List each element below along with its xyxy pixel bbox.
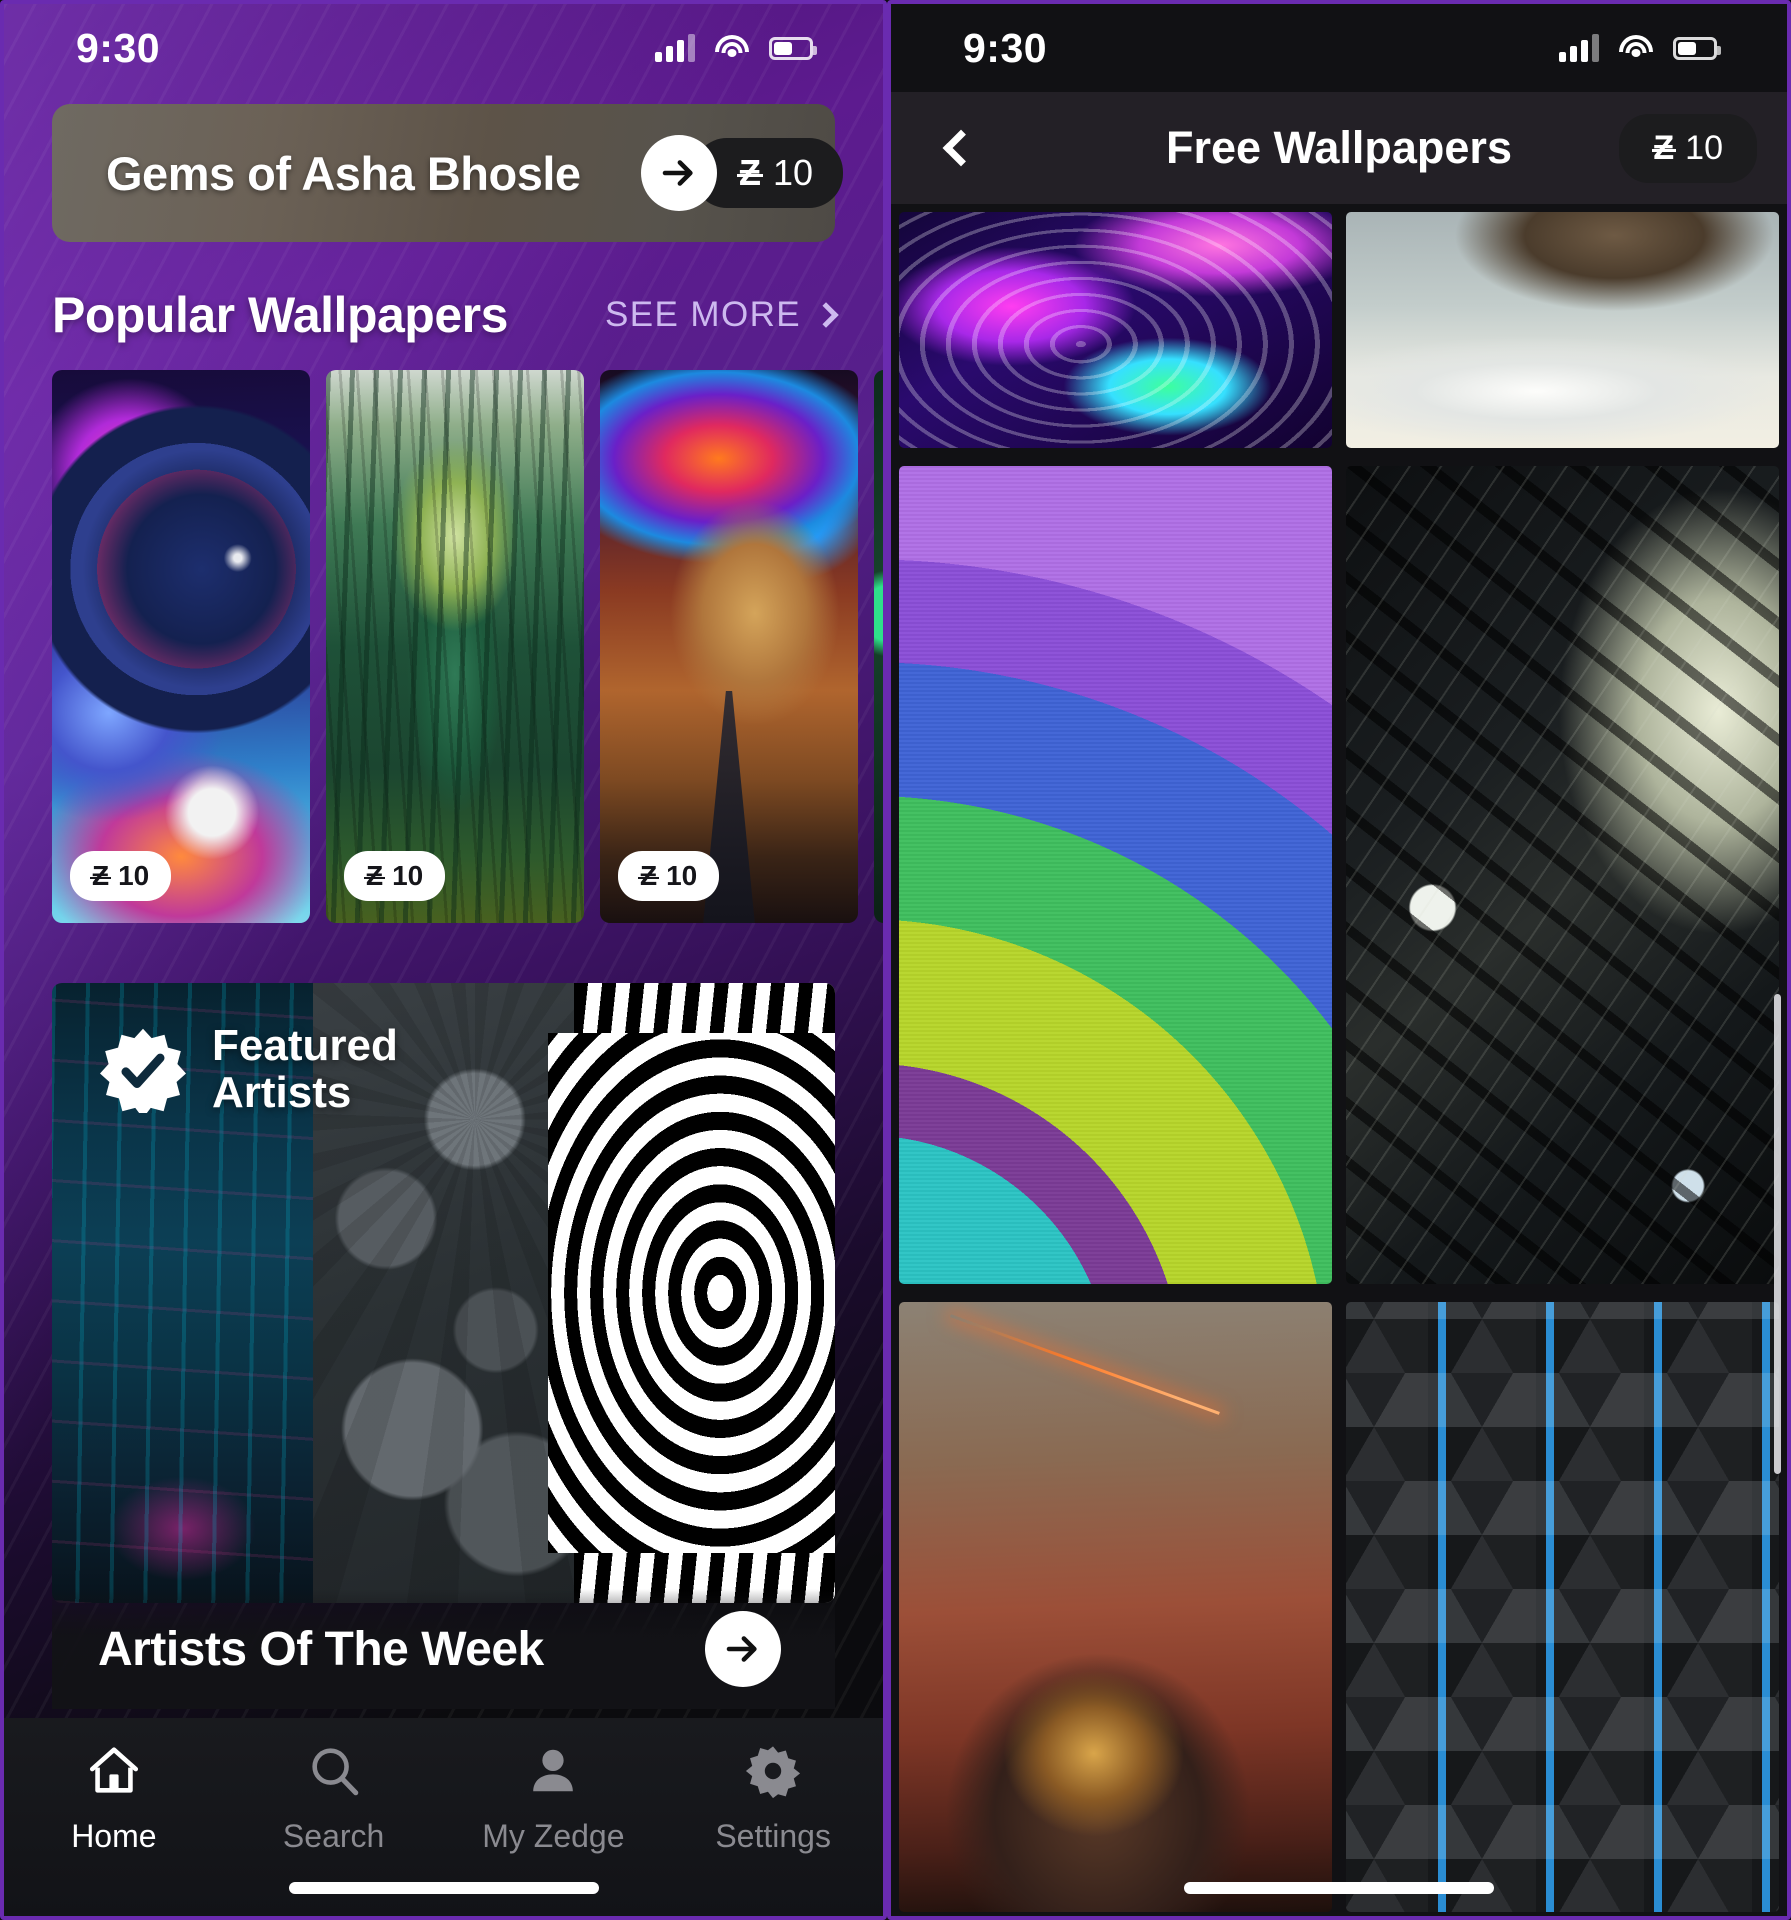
status-bar-right: 9:30 [891,4,1787,92]
tab-search[interactable]: Search [224,1740,444,1855]
wallpaper-card[interactable] [874,370,883,923]
page-title: Popular Wallpapers [52,287,508,343]
wifi-icon [1619,35,1653,61]
grid-item[interactable] [1346,466,1779,1284]
artists-of-the-week-bar[interactable]: Artists Of The Week [52,1589,835,1709]
zedge-credit-symbol: Ƶ [364,860,385,891]
wallpaper-thumbnail [600,370,858,923]
price-value: 10 [118,860,150,891]
person-icon [522,1740,584,1802]
featured-line-2: Artists [212,1067,352,1117]
see-more-link[interactable]: SEE MORE [605,295,839,335]
credits-value: 10 [1685,128,1723,167]
tab-settings[interactable]: Settings [663,1740,883,1855]
wallpaper-thumbnail [326,370,584,923]
credits-value: 10 [772,152,813,193]
see-more-label: SEE MORE [605,295,801,334]
arrow-right-icon [726,1636,757,1662]
featured-pane-optical [547,983,835,1603]
back-button[interactable] [921,113,991,183]
artists-of-week-arrow-button[interactable] [705,1611,781,1687]
wallpaper-grid[interactable] [891,204,1787,1916]
wallpaper-thumbnail [874,370,883,923]
verified-starburst-icon [100,1027,186,1113]
hero-banner[interactable]: Gems of Asha Bhosle Ƶ 10 [52,104,843,242]
zedge-credit-symbol: Ƶ [90,860,111,891]
grid-item[interactable] [899,212,1332,448]
wallpaper-card[interactable]: Ƶ 10 [52,370,310,923]
grid-item[interactable] [899,1302,1332,1912]
zedge-credit-symbol: Ƶ [1651,128,1676,167]
vertical-scrollbar[interactable] [1774,994,1781,1474]
tab-home-label: Home [71,1818,157,1854]
featured-artists-label: Featured Artists [100,1021,398,1117]
zedge-credit-symbol: Ƶ [736,152,763,193]
status-bar-left: 9:30 [4,4,883,92]
wallpaper-thumbnail [1346,1302,1779,1912]
screenshot-stage: 9:30 Gems of Asha Bhosle Ƶ 10 Popular Wa… [0,0,1791,1920]
status-time: 9:30 [76,24,161,71]
popular-wallpapers-header: Popular Wallpapers SEE MORE [52,286,839,344]
phone-right-free-wallpapers: 9:30 Free Wallpapers Ƶ 10 [887,0,1791,1920]
artists-of-the-week-title: Artists Of The Week [98,1622,544,1676]
wallpaper-thumbnail [52,370,310,923]
home-icon [83,1740,145,1802]
price-badge: Ƶ 10 [618,851,720,901]
featured-line-1: Featured [212,1021,398,1070]
wallpaper-thumbnail [1346,466,1779,1284]
home-indicator-left [288,1882,599,1894]
price-badge: Ƶ 10 [344,851,446,901]
hero-title: Gems of Asha Bhosle [106,146,581,200]
featured-artists-text: Featured Artists [212,1021,398,1117]
tab-my-zedge[interactable]: My Zedge [444,1740,664,1855]
grid-item[interactable] [899,466,1332,1284]
cellular-signal-icon [655,34,695,62]
wallpaper-thumbnail [899,212,1332,448]
chevron-right-icon [813,302,839,328]
battery-icon [1673,36,1721,60]
grid-item[interactable] [1346,212,1779,448]
popular-wallpapers-carousel[interactable]: Ƶ 10 Ƶ 10 Ƶ 10 [4,370,883,923]
phone-left-home-screen: 9:30 Gems of Asha Bhosle Ƶ 10 Popular Wa… [0,0,887,1920]
status-time: 9:30 [963,24,1048,71]
tab-my-zedge-label: My Zedge [482,1818,625,1854]
tab-settings-label: Settings [715,1818,831,1854]
price-badge: Ƶ 10 [70,851,172,901]
wallpaper-thumbnail [899,1302,1332,1912]
price-value: 10 [666,860,698,891]
hero-arrow-button[interactable] [641,135,717,211]
wallpaper-thumbnail [899,466,1332,1284]
search-icon [303,1740,365,1802]
tab-search-label: Search [282,1818,385,1854]
cellular-signal-icon [1559,34,1599,62]
wallpaper-card[interactable]: Ƶ 10 [326,370,584,923]
home-indicator-right [1184,1882,1494,1894]
page-header: Free Wallpapers Ƶ 10 [891,92,1787,204]
credits-badge[interactable]: Ƶ 10 [1619,113,1757,183]
battery-icon [769,36,817,60]
featured-artists-banner[interactable]: Featured Artists [52,983,835,1603]
grid-item[interactable] [1346,1302,1779,1912]
chevron-left-icon [942,129,980,167]
wallpaper-card[interactable]: Ƶ 10 [600,370,858,923]
wifi-icon [715,35,749,61]
arrow-right-icon [662,160,693,186]
price-value: 10 [392,860,424,891]
tab-home[interactable]: Home [4,1740,224,1855]
wallpaper-thumbnail [1346,212,1779,448]
zedge-credit-symbol: Ƶ [638,860,659,891]
gear-icon [742,1740,804,1802]
